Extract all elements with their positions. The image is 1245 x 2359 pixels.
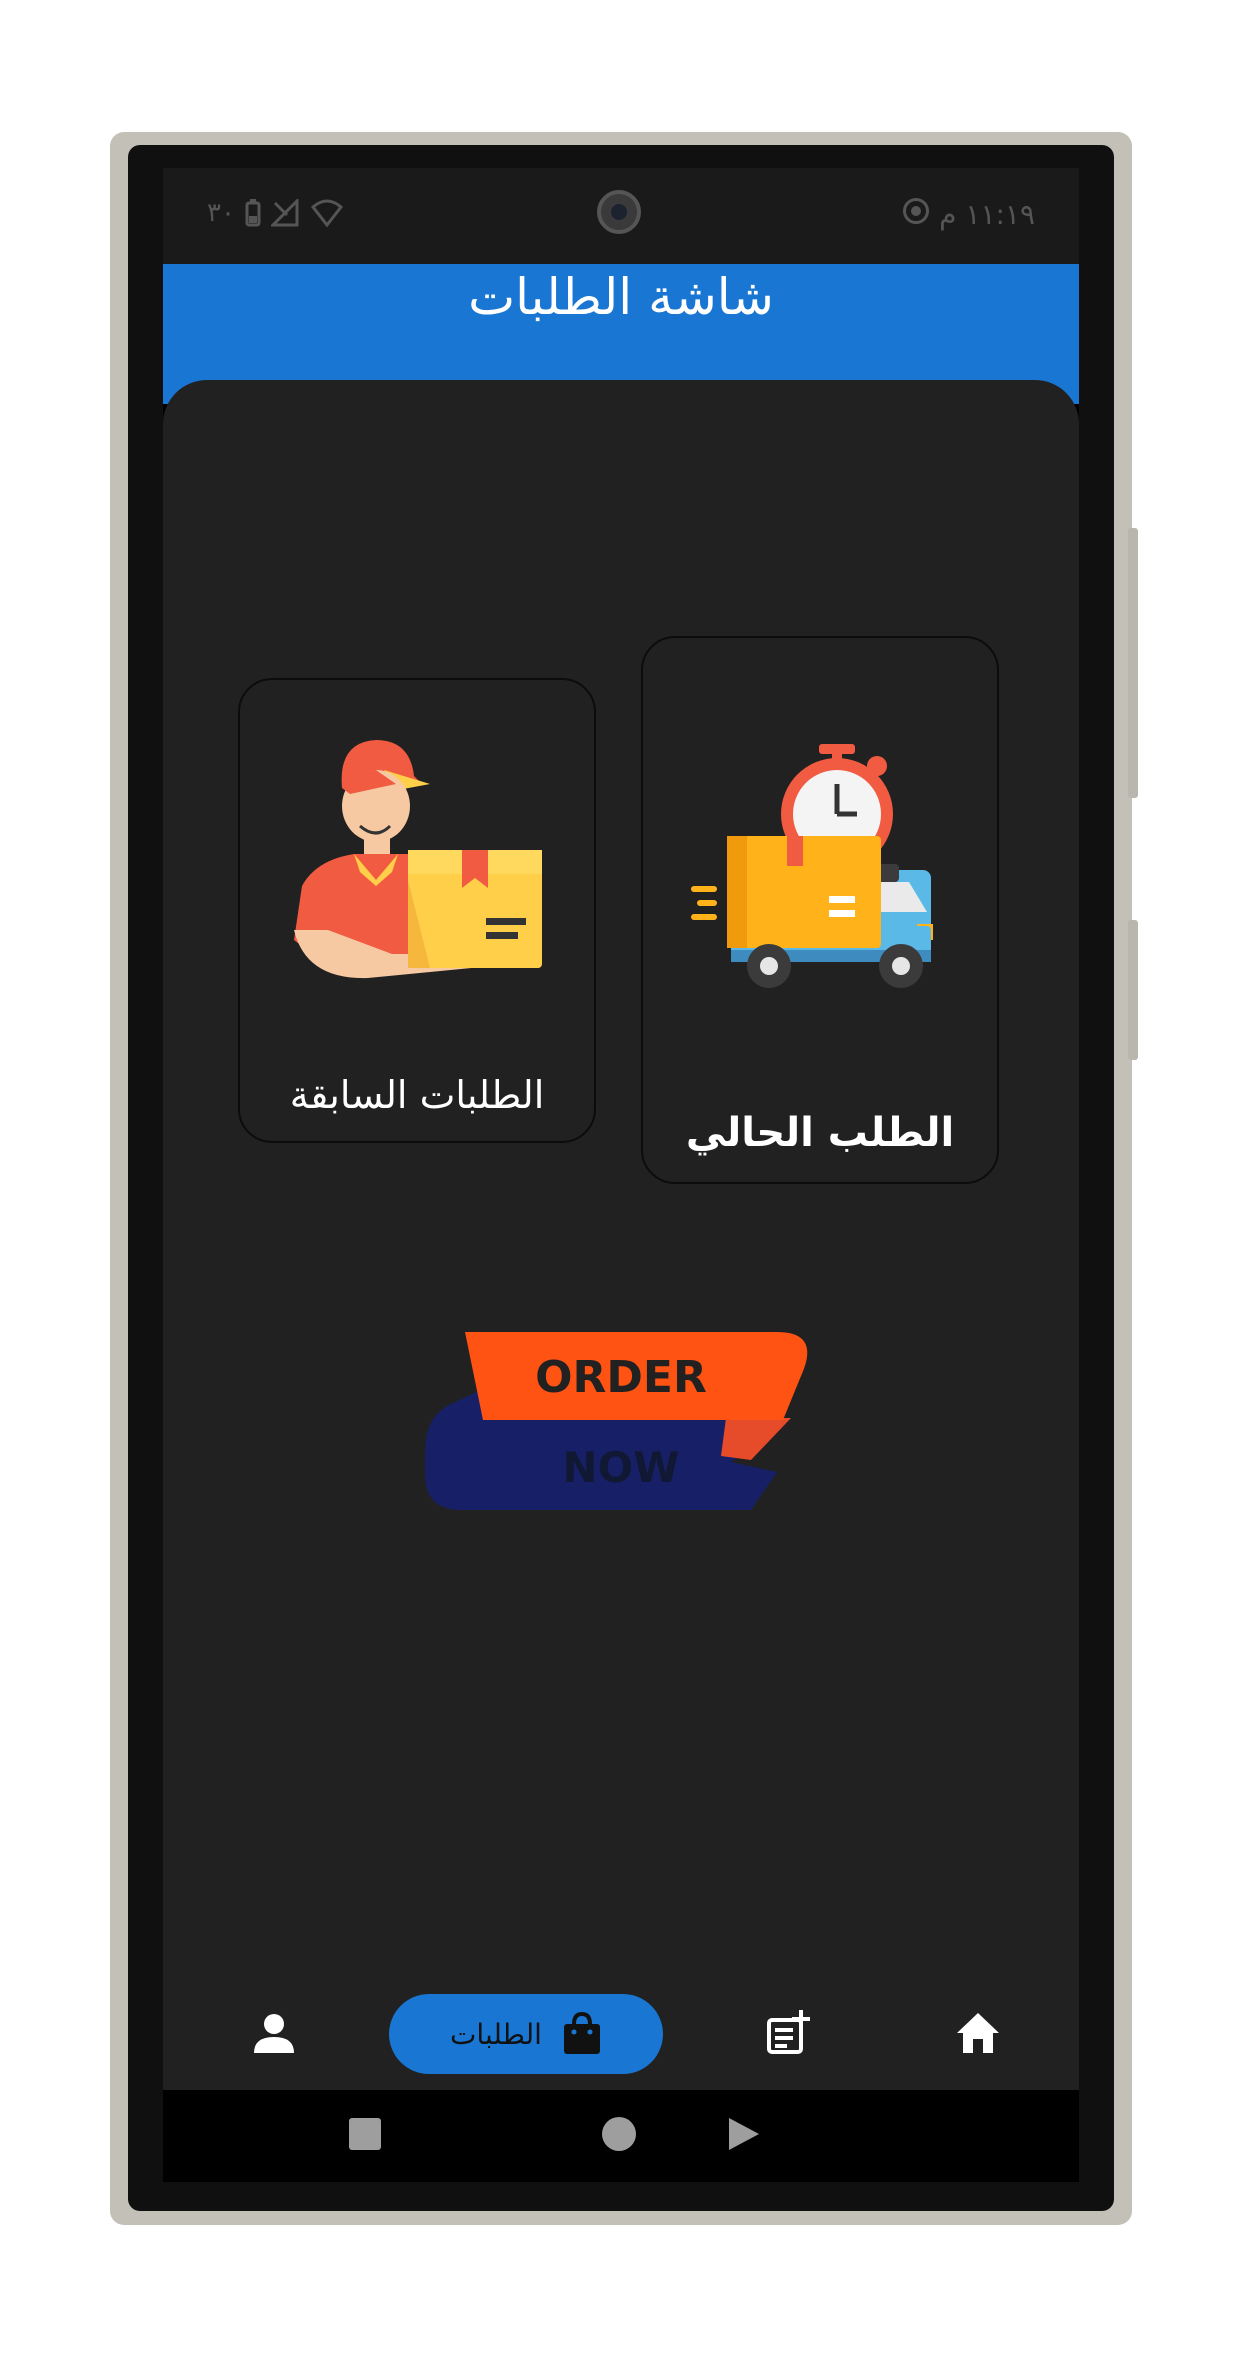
home-icon [957,2013,999,2053]
delivery-truck-icon [691,744,933,988]
record-icon [903,198,929,224]
home-circle-icon[interactable] [601,2116,637,2152]
main-content: الطلب الحالي الطلبات السابقة ORDER NOW [163,380,1079,2090]
status-time: ١١:١٩ م [939,198,1035,231]
nav-profile[interactable] [229,1976,319,2090]
system-navigation-bar [163,2090,1079,2182]
bottom-navigation: الطلبات [163,1976,1079,2090]
signal-icon [270,199,299,227]
banner-line2: NOW [562,1443,679,1492]
screen: ٣٠ ١١:١٩ م شاشة الطلبات الطلب الحالي الط… [163,168,1079,2182]
nav-orders-label: الطلبات [450,2017,542,2051]
shopping-bag-icon [563,2012,600,2054]
page-title: شاشة الطلبات [468,268,774,326]
recents-icon[interactable] [347,2116,383,2152]
banner-line1: ORDER [535,1352,707,1403]
status-icons: ٣٠ [207,198,343,228]
current-order-card[interactable]: الطلب الحالي [641,636,999,1184]
battery-icon [245,199,261,227]
previous-orders-card[interactable]: الطلبات السابقة [238,678,596,1143]
nav-add-note[interactable] [743,1976,833,2090]
delivery-man-icon [294,740,542,979]
volume-button [1128,920,1138,1060]
status-bar: ٣٠ ١١:١٩ م [163,168,1079,264]
battery-level: ٣٠ [207,198,235,228]
current-order-label: الطلب الحالي [685,1110,955,1156]
add-note-icon [767,2010,810,2054]
power-button [1128,528,1138,798]
nav-orders[interactable]: الطلبات [389,1994,663,2074]
back-icon[interactable] [725,2116,761,2152]
previous-orders-label: الطلبات السابقة [289,1073,545,1117]
wifi-icon [310,199,343,227]
order-now-banner[interactable]: ORDER NOW [421,1332,821,1516]
nav-home[interactable] [933,1976,1023,2090]
front-camera [597,190,641,234]
person-icon [254,2014,294,2053]
